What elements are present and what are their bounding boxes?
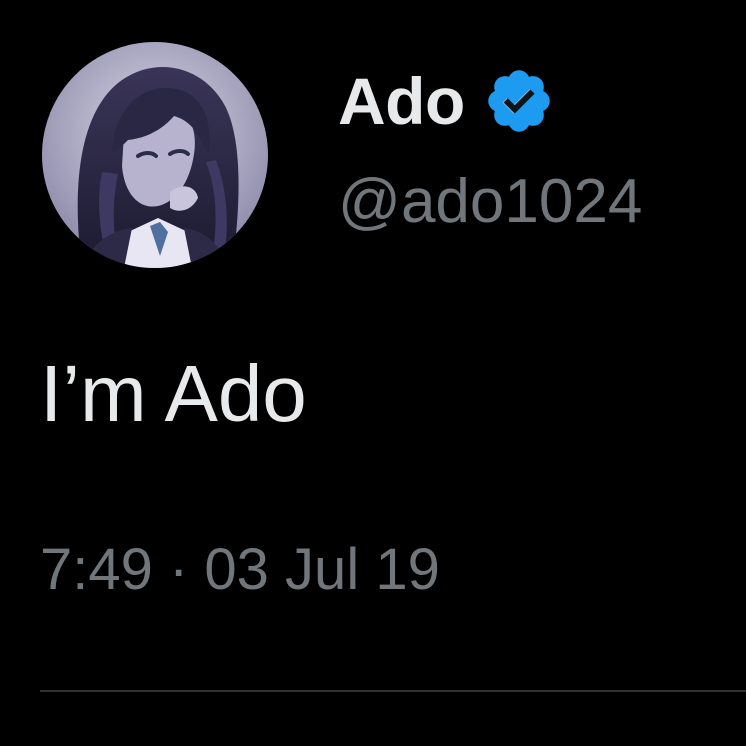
author-display-name[interactable]: Ado: [338, 66, 465, 136]
author-handle[interactable]: @ado1024: [338, 166, 642, 238]
tweet-card: Ado @ado1024 I’m Ado 7:49 · 03 Jul 19: [0, 0, 746, 746]
author-name-row: Ado: [338, 66, 555, 136]
verified-badge-icon[interactable]: [483, 65, 555, 137]
divider: [40, 690, 746, 692]
tweet-timestamp[interactable]: 7:49 · 03 Jul 19: [40, 534, 440, 606]
profile-avatar[interactable]: [42, 42, 268, 268]
tweet-text: I’m Ado: [40, 349, 307, 438]
verified-badge-shape: [488, 70, 550, 132]
avatar-illustration: [42, 42, 268, 268]
